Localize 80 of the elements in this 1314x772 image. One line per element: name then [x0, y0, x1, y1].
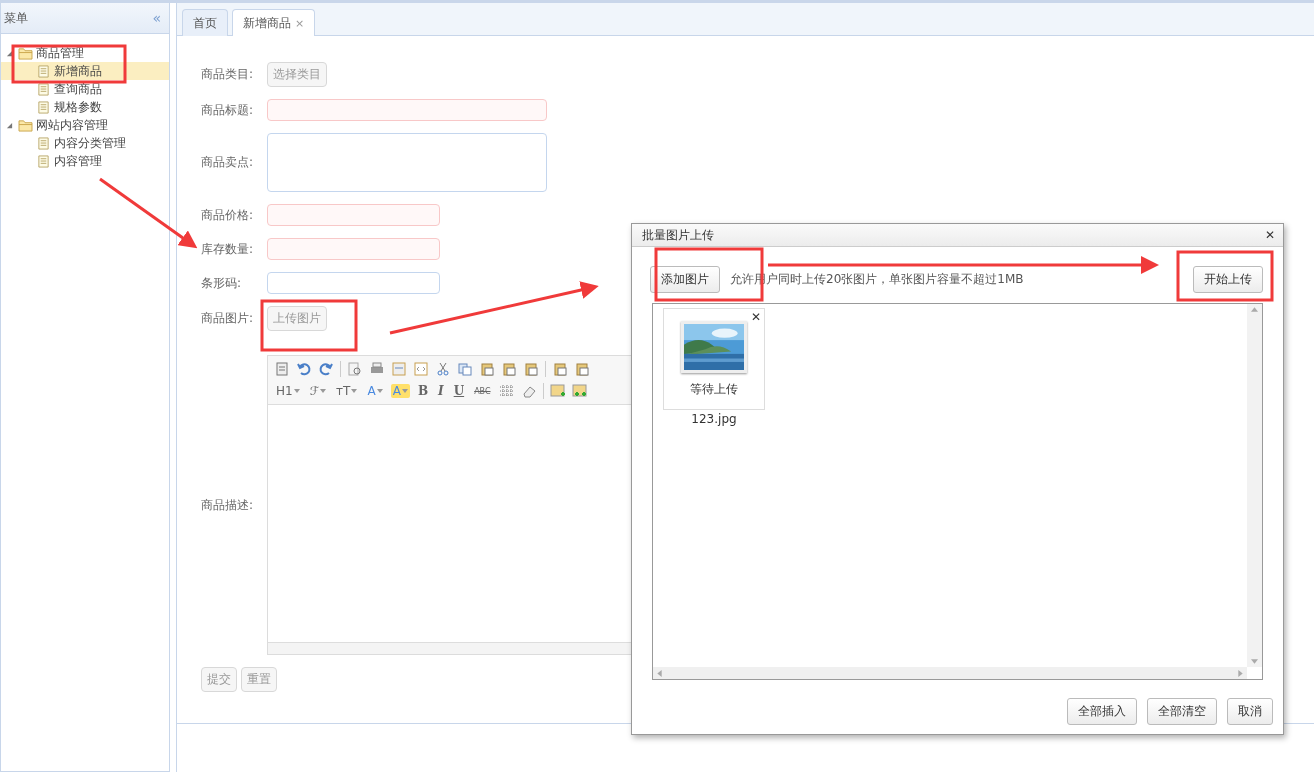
cut-icon[interactable] — [435, 361, 451, 377]
input-field[interactable] — [267, 99, 547, 121]
tree-item[interactable]: 新增商品 — [1, 62, 169, 80]
text-area[interactable] — [267, 133, 547, 192]
field-label: 商品类目: — [201, 66, 255, 83]
sidebar-title: 菜单 — [4, 9, 28, 27]
images-icon[interactable] — [571, 383, 588, 399]
tree-label: 内容管理 — [54, 152, 102, 170]
tree-label: 内容分类管理 — [54, 134, 126, 152]
dialog-button[interactable]: 全部插入 — [1067, 698, 1137, 725]
tree-item[interactable]: 商品管理 — [1, 44, 169, 62]
tree-item[interactable]: 内容管理 — [1, 152, 169, 170]
toolbar-button[interactable]: ℱ — [307, 384, 329, 398]
tree-item[interactable]: 网站内容管理 — [1, 116, 169, 134]
undo-icon[interactable] — [296, 361, 312, 377]
file-icon — [36, 136, 51, 150]
toolbar-button[interactable]: B — [415, 384, 431, 398]
field-label: 条形码: — [201, 274, 243, 292]
tree-item[interactable]: 查询商品 — [1, 80, 169, 98]
template-icon[interactable] — [391, 361, 407, 377]
vertical-scrollbar[interactable] — [1247, 304, 1262, 667]
grid-icon[interactable] — [498, 383, 515, 399]
copy-icon[interactable] — [457, 361, 473, 377]
field-label: 商品卖点: — [201, 154, 255, 171]
file-icon — [36, 154, 51, 168]
toolbar-button[interactable]: ABC — [472, 386, 493, 396]
file-card[interactable]: ✕ 等待上传 — [663, 308, 765, 410]
toolbar-button[interactable]: U — [451, 384, 467, 398]
tree-label: 规格参数 — [54, 98, 102, 116]
field-label: 商品描述: — [201, 496, 255, 514]
doc-icon[interactable] — [274, 361, 290, 377]
toolbar-button[interactable]: H1 — [274, 384, 302, 398]
tab[interactable]: 新增商品 × — [232, 9, 316, 36]
tree-label: 商品管理 — [36, 44, 84, 62]
field-label: 商品价格: — [201, 206, 255, 224]
caret-icon — [351, 389, 358, 393]
tab[interactable]: 首页 — [182, 9, 228, 36]
expand-icon[interactable] — [6, 121, 13, 129]
file-icon — [36, 100, 51, 114]
file-name: 123.jpg — [691, 412, 737, 426]
tree-label: 新增商品 — [54, 62, 102, 80]
close-button[interactable]: ✕ — [1264, 228, 1275, 242]
caret-icon — [376, 389, 383, 393]
caret-icon — [320, 389, 327, 393]
input-field[interactable] — [267, 204, 440, 226]
expand-icon[interactable] — [6, 49, 13, 57]
code-icon[interactable] — [413, 361, 429, 377]
field-label: 库存数量: — [201, 240, 255, 258]
file-icon — [36, 64, 51, 78]
redo-icon[interactable] — [318, 361, 334, 377]
scroll-up-icon[interactable] — [1251, 307, 1258, 312]
folder-icon — [18, 46, 33, 60]
tree-label: 查询商品 — [54, 80, 102, 98]
folder-icon — [18, 118, 33, 132]
paste-icon[interactable] — [479, 361, 495, 377]
tree-item[interactable]: 内容分类管理 — [1, 134, 169, 152]
field-label: 商品标题: — [201, 101, 255, 119]
input-field[interactable] — [267, 238, 440, 260]
file-status: 等待上传 — [690, 380, 738, 398]
scroll-down-icon[interactable] — [1251, 659, 1258, 664]
dialog-button[interactable]: 全部清空 — [1147, 698, 1217, 725]
scroll-left-icon[interactable] — [657, 669, 662, 677]
preview-icon[interactable] — [347, 361, 363, 377]
image-icon[interactable] — [549, 383, 566, 399]
remove-button[interactable]: ✕ — [750, 310, 761, 324]
caret-icon — [401, 389, 408, 393]
input-field[interactable] — [267, 272, 440, 294]
horizontal-scrollbar[interactable] — [653, 667, 1247, 679]
tree-label: 网站内容管理 — [36, 116, 108, 134]
scroll-right-icon[interactable] — [1238, 669, 1243, 677]
field-label: 商品图片: — [201, 310, 255, 327]
toolbar-button[interactable]: тT — [334, 384, 360, 398]
caret-icon — [293, 389, 300, 393]
dialog-button[interactable]: 取消 — [1227, 698, 1273, 725]
file-icon — [36, 82, 51, 96]
toolbar-button[interactable]: I — [436, 384, 446, 398]
tree-item[interactable]: 规格参数 — [1, 98, 169, 116]
dialog-title: 批量图片上传 — [642, 226, 714, 244]
start-upload-button[interactable]: 开始上传 — [1193, 266, 1263, 293]
add-picture-button[interactable]: 添加图片 — [650, 266, 720, 293]
